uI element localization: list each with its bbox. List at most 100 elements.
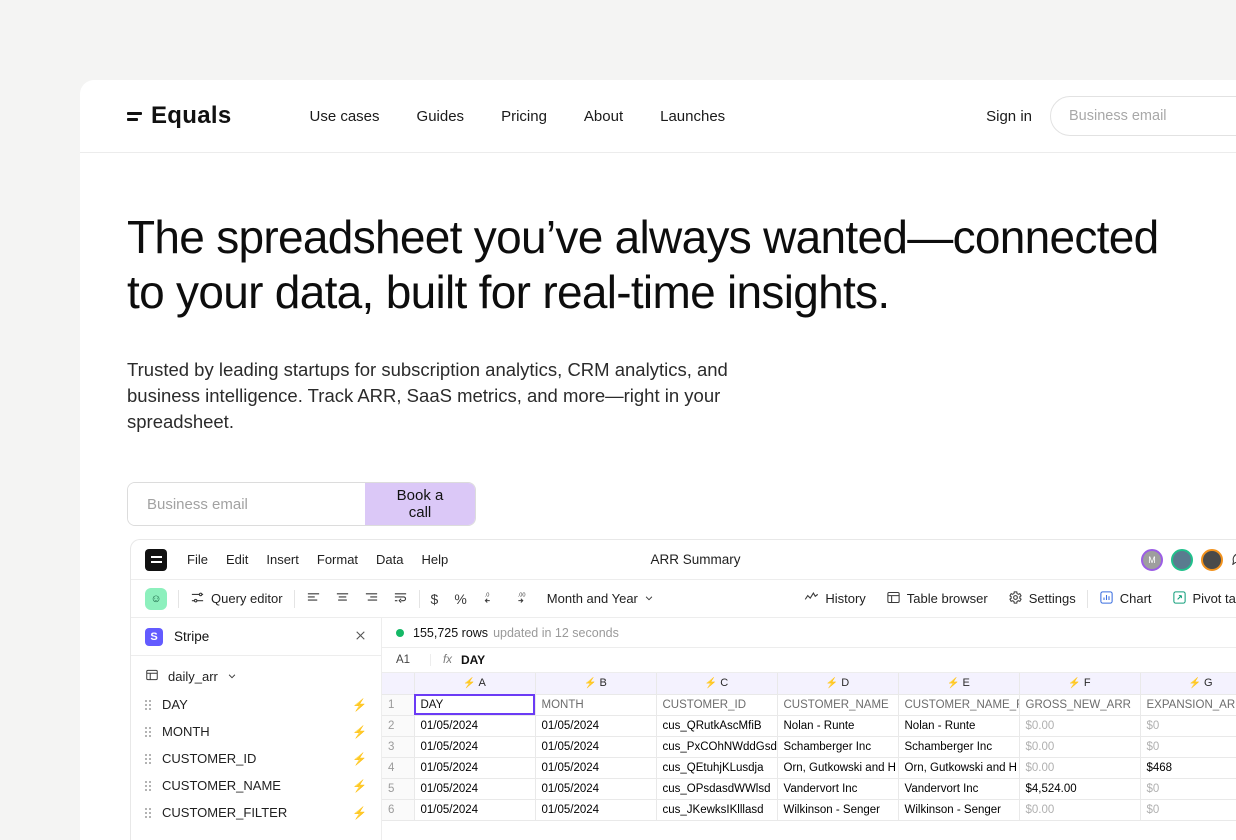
cell-a3[interactable]: 01/05/2024 (414, 736, 536, 758)
avatar[interactable] (1201, 548, 1223, 571)
close-icon[interactable] (354, 629, 367, 645)
cell-g4[interactable]: $468 (1140, 757, 1236, 779)
cell-f3[interactable]: $0.00 (1019, 736, 1141, 758)
cell-e2[interactable]: Nolan - Runte (898, 715, 1020, 737)
cell-g6[interactable]: $0 (1140, 799, 1236, 821)
nav-email-input[interactable] (1050, 96, 1236, 136)
row-number[interactable]: 5 (382, 778, 415, 800)
cell-b5[interactable]: 01/05/2024 (535, 778, 657, 800)
text-wrap-icon[interactable] (393, 590, 408, 608)
table-row[interactable]: 4 01/05/2024 01/05/2024 cus_QEtuhjKLusdj… (382, 757, 1236, 779)
column-header-g[interactable]: ⚡ G (1140, 673, 1236, 695)
cell-c2[interactable]: cus_QRutkAscMfiB (656, 715, 778, 737)
chart-button[interactable]: Chart (1099, 590, 1152, 608)
history-button[interactable]: History (804, 590, 866, 608)
cell-c3[interactable]: cus_PxCOhNWddGsd (656, 736, 778, 758)
cell-c4[interactable]: cus_QEtuhjKLusdja (656, 757, 778, 779)
cell-a2[interactable]: 01/05/2024 (414, 715, 536, 737)
cell-b1[interactable]: MONTH (535, 694, 657, 716)
nav-link-use-cases[interactable]: Use cases (310, 108, 380, 125)
cell-d1[interactable]: CUSTOMER_NAME (777, 694, 899, 716)
menu-insert[interactable]: Insert (266, 552, 299, 567)
table-row[interactable]: 3 01/05/2024 01/05/2024 cus_PxCOhNWddGsd… (382, 736, 1236, 758)
increase-decimal-icon[interactable]: .00 (515, 590, 533, 608)
smiley-icon[interactable]: ☺ (145, 587, 167, 610)
table-row[interactable]: 5 01/05/2024 01/05/2024 cus_OPsdasdWWlsd… (382, 778, 1236, 800)
cell-b3[interactable]: 01/05/2024 (535, 736, 657, 758)
cell-reference[interactable]: A1 (382, 654, 430, 666)
table-row[interactable]: 1 DAY MONTH CUSTOMER_ID CUSTOMER_NAME CU… (382, 694, 1236, 716)
sidebar-field-customer-filter[interactable]: CUSTOMER_FILTER ⚡ (131, 799, 381, 826)
drag-handle-icon[interactable] (145, 726, 151, 737)
cell-d3[interactable]: Schamberger Inc (777, 736, 899, 758)
table-row[interactable]: 6 01/05/2024 01/05/2024 cus_JKewksIKllla… (382, 799, 1236, 821)
nav-link-pricing[interactable]: Pricing (501, 108, 547, 125)
row-number[interactable]: 2 (382, 715, 415, 737)
menu-help[interactable]: Help (422, 552, 449, 567)
cell-a6[interactable]: 01/05/2024 (414, 799, 536, 821)
row-number[interactable]: 4 (382, 757, 415, 779)
align-right-icon[interactable] (364, 590, 379, 608)
nav-link-launches[interactable]: Launches (660, 108, 725, 125)
cell-a1[interactable]: DAY (414, 694, 536, 716)
cell-b2[interactable]: 01/05/2024 (535, 715, 657, 737)
align-left-icon[interactable] (306, 590, 321, 608)
menu-file[interactable]: File (187, 552, 208, 567)
cell-a5[interactable]: 01/05/2024 (414, 778, 536, 800)
row-number[interactable]: 3 (382, 736, 415, 758)
table-selector[interactable]: daily_arr (131, 656, 381, 691)
cell-c5[interactable]: cus_OPsdasdWWlsd (656, 778, 778, 800)
avatar[interactable] (1171, 548, 1193, 571)
menu-data[interactable]: Data (376, 552, 403, 567)
brand-logo[interactable]: Equals (127, 102, 232, 130)
decrease-decimal-icon[interactable]: .0 (483, 590, 499, 608)
query-editor-button[interactable]: Query editor (190, 590, 283, 608)
cell-a4[interactable]: 01/05/2024 (414, 757, 536, 779)
cell-f4[interactable]: $0.00 (1019, 757, 1141, 779)
column-header-b[interactable]: ⚡ B (535, 673, 657, 695)
currency-icon[interactable]: $ (431, 591, 439, 607)
settings-button[interactable]: Settings (1008, 590, 1076, 608)
cell-e6[interactable]: Wilkinson - Senger (898, 799, 1020, 821)
column-header-f[interactable]: ⚡ F (1019, 673, 1141, 695)
nav-link-about[interactable]: About (584, 108, 623, 125)
column-header-a[interactable]: ⚡ A (414, 673, 536, 695)
align-center-icon[interactable] (335, 590, 350, 608)
cell-f6[interactable]: $0.00 (1019, 799, 1141, 821)
cell-d2[interactable]: Nolan - Runte (777, 715, 899, 737)
sidebar-field-month[interactable]: MONTH ⚡ (131, 718, 381, 745)
cell-e5[interactable]: Vandervort Inc (898, 778, 1020, 800)
number-format-dropdown[interactable]: Month and Year (547, 591, 654, 606)
cell-g1[interactable]: EXPANSION_ARR (1140, 694, 1236, 716)
percent-icon[interactable]: % (454, 591, 466, 607)
cell-b4[interactable]: 01/05/2024 (535, 757, 657, 779)
menu-format[interactable]: Format (317, 552, 358, 567)
comment-icon[interactable] (1231, 550, 1236, 570)
hero-email-input[interactable] (128, 483, 365, 525)
cell-e1[interactable]: CUSTOMER_NAME_F (898, 694, 1020, 716)
cell-c6[interactable]: cus_JKewksIKlllasd (656, 799, 778, 821)
cell-f1[interactable]: GROSS_NEW_ARR (1019, 694, 1141, 716)
cell-f2[interactable]: $0.00 (1019, 715, 1141, 737)
cell-g3[interactable]: $0 (1140, 736, 1236, 758)
avatar[interactable]: M (1141, 548, 1163, 571)
formula-input[interactable]: DAY (461, 653, 485, 667)
sidebar-field-customer-id[interactable]: CUSTOMER_ID ⚡ (131, 745, 381, 772)
hamburger-icon[interactable] (145, 548, 167, 571)
cell-f5[interactable]: $4,524.00 (1019, 778, 1141, 800)
table-browser-button[interactable]: Table browser (886, 590, 988, 608)
cell-d5[interactable]: Vandervort Inc (777, 778, 899, 800)
pivot-table-button[interactable]: Pivot tabl (1172, 590, 1236, 608)
cell-d4[interactable]: Orn, Gutkowski and H (777, 757, 899, 779)
sidebar-field-customer-name[interactable]: CUSTOMER_NAME ⚡ (131, 772, 381, 799)
cell-c1[interactable]: CUSTOMER_ID (656, 694, 778, 716)
grid-corner[interactable] (382, 673, 415, 695)
cell-g5[interactable]: $0 (1140, 778, 1236, 800)
sidebar-field-day[interactable]: DAY ⚡ (131, 691, 381, 718)
column-header-d[interactable]: ⚡ D (777, 673, 899, 695)
cell-b6[interactable]: 01/05/2024 (535, 799, 657, 821)
row-number[interactable]: 6 (382, 799, 415, 821)
spreadsheet-grid[interactable]: ⚡ A ⚡ B ⚡ C ⚡ D ⚡ E ⚡ F ⚡ G 1 DAY MONTH … (382, 673, 1236, 821)
table-row[interactable]: 2 01/05/2024 01/05/2024 cus_QRutkAscMfiB… (382, 715, 1236, 737)
cell-e4[interactable]: Orn, Gutkowski and H (898, 757, 1020, 779)
